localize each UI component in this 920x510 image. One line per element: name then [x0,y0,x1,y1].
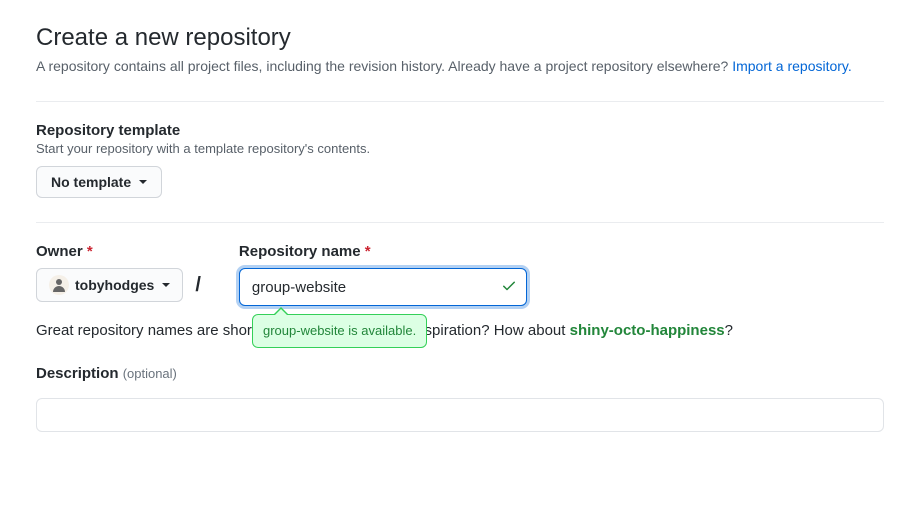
repo-name-label: Repository name * [239,243,527,260]
person-icon [51,277,67,293]
template-selected-value: No template [51,174,131,190]
repository-name-input[interactable] [239,268,527,306]
subtitle-text: A repository contains all project files,… [36,58,732,74]
hint-text-after: ? [725,322,733,339]
name-hint-row: Great repository names are short and mem… [36,320,884,343]
required-marker: * [365,243,371,260]
chevron-down-icon [162,283,170,287]
name-suggestion[interactable]: shiny-octo-happiness [570,322,725,339]
availability-popover: group-website is available. [252,314,427,348]
divider [36,101,884,102]
divider [36,222,884,223]
optional-marker: (optional) [123,366,177,381]
template-label: Repository template [36,122,884,139]
description-label: Description (optional) [36,365,884,382]
owner-label-text: Owner [36,243,83,260]
required-marker: * [87,243,93,260]
repo-name-label-text: Repository name [239,243,361,260]
description-input[interactable] [36,398,884,432]
template-select[interactable]: No template [36,166,162,198]
slash-separator: / [195,274,201,297]
page-title: Create a new repository [36,24,884,52]
page-subtitle: A repository contains all project files,… [36,56,884,77]
check-icon [501,278,517,297]
chevron-down-icon [139,180,147,184]
owner-select[interactable]: tobyhodges [36,268,183,302]
owner-username: tobyhodges [75,277,154,293]
avatar [49,275,69,295]
import-repository-link[interactable]: Import a repository. [732,58,852,74]
owner-label: Owner * [36,243,203,260]
description-label-text: Description [36,365,119,382]
template-hint: Start your repository with a template re… [36,141,884,156]
